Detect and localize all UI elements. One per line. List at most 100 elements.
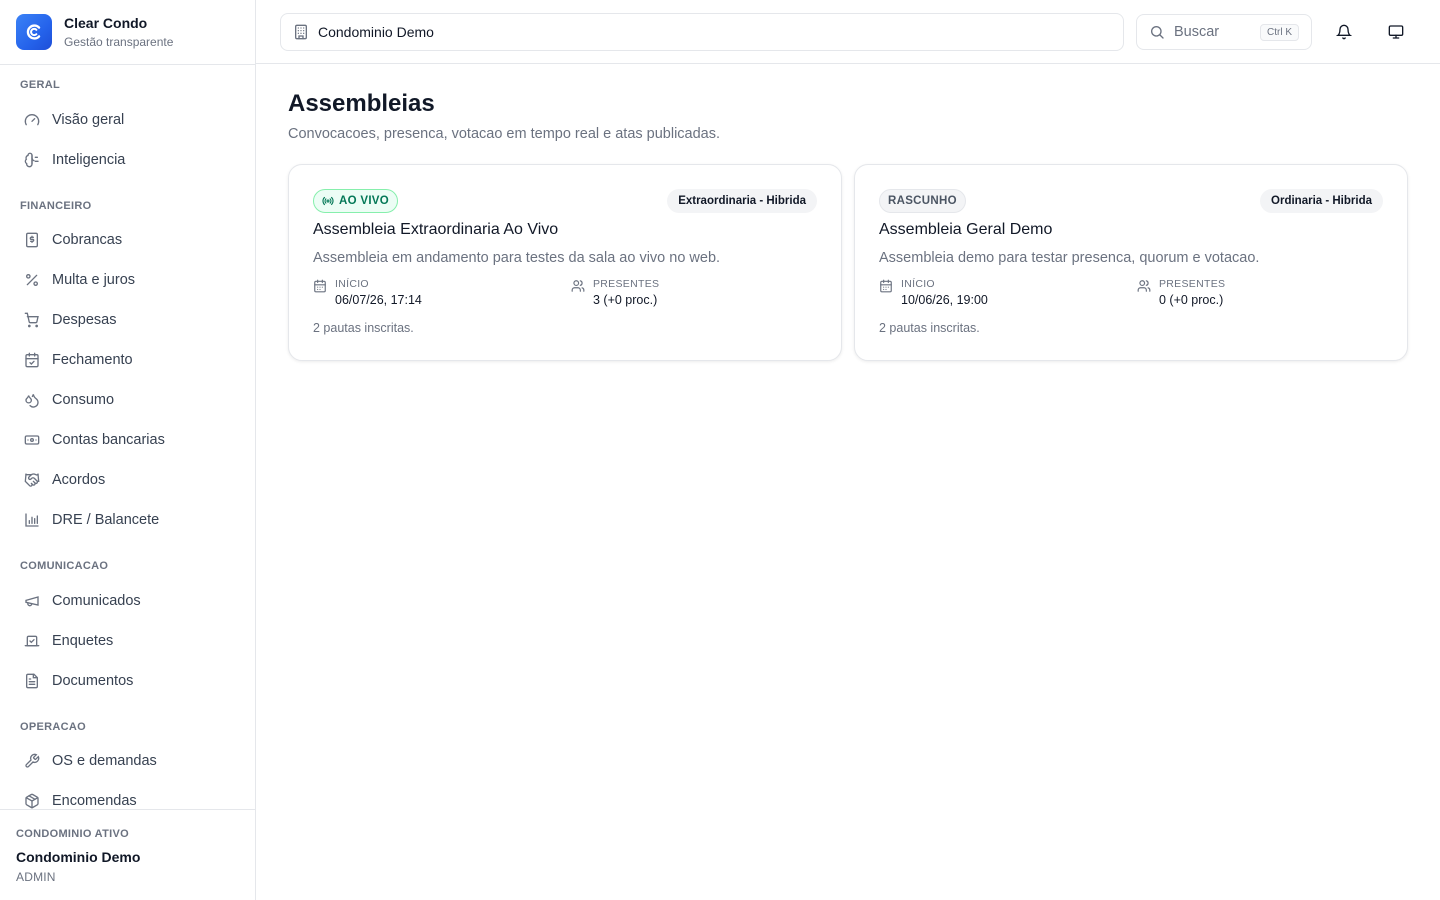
assembly-title: Assembleia Geral Demo	[879, 221, 1053, 238]
brand-tagline: Gestão transparente	[64, 34, 174, 49]
receipt-dollar-icon	[24, 232, 40, 248]
sidebar-item-visao-geral[interactable]: Visão geral	[16, 102, 240, 138]
sidebar-item-consumo[interactable]: Consumo	[16, 382, 240, 418]
assembly-description: Assembleia demo para testar presenca, qu…	[879, 250, 1260, 266]
start-value: 10/06/26, 19:00	[901, 293, 988, 307]
sidebar-item-label: Visão geral	[52, 112, 125, 128]
start-label: INÍCIO	[901, 278, 935, 290]
sidebar-nav: GERAL Visão geral Inteligencia FINANCEIR…	[0, 65, 255, 809]
brand-logo-icon	[16, 14, 52, 50]
building-icon	[293, 24, 309, 40]
bell-icon	[1336, 24, 1352, 40]
sidebar-item-label: OS e demandas	[52, 753, 157, 769]
active-condominio-name: Condominio Demo	[16, 849, 141, 865]
assembly-present: PRESENTES 0 (+0 proc.)	[1137, 278, 1225, 307]
active-condominio-label: CONDOMINIO ATIVO	[16, 828, 129, 840]
sidebar-item-enquetes[interactable]: Enquetes	[16, 623, 240, 659]
condominio-name: Condominio Demo	[318, 24, 434, 40]
present-value: 3 (+0 proc.)	[593, 293, 658, 307]
status-text: RASCUNHO	[888, 195, 957, 207]
sidebar-item-label: Fechamento	[52, 352, 133, 368]
start-value: 06/07/26, 17:14	[335, 293, 422, 307]
sidebar-item-acordos[interactable]: Acordos	[16, 462, 240, 498]
present-value: 0 (+0 proc.)	[1159, 293, 1224, 307]
vote-icon	[24, 633, 40, 649]
file-text-icon	[24, 673, 40, 689]
assembly-start: INÍCIO 06/07/26, 17:14	[313, 278, 422, 307]
sidebar-item-label: Multa e juros	[52, 272, 136, 288]
sidebar-item-label: Acordos	[52, 472, 106, 488]
calendar-icon	[313, 279, 327, 293]
sidebar-item-inteligencia[interactable]: Inteligencia	[16, 142, 240, 178]
banknote-icon	[24, 432, 40, 448]
present-label: PRESENTES	[1159, 278, 1226, 290]
type-badge: Extraordinaria - Hibrida	[667, 189, 817, 213]
assembly-present: PRESENTES 3 (+0 proc.)	[571, 278, 659, 307]
assembly-description: Assembleia em andamento para testes da s…	[313, 250, 721, 266]
nav-group-financeiro: FINANCEIRO	[20, 200, 92, 212]
sidebar-item-fechamento[interactable]: Fechamento	[16, 342, 240, 378]
user-role: ADMIN	[16, 870, 56, 884]
agenda-count: 2 pautas inscritas.	[313, 321, 414, 335]
sidebar-item-label: Documentos	[52, 673, 134, 689]
sidebar-item-label: Contas bancarias	[52, 432, 165, 448]
notifications-button[interactable]	[1328, 16, 1360, 48]
present-label: PRESENTES	[593, 278, 660, 290]
package-icon	[24, 793, 40, 809]
start-label: INÍCIO	[335, 278, 369, 290]
sidebar-item-dre-balancete[interactable]: DRE / Balancete	[16, 502, 240, 538]
users-icon	[1137, 279, 1151, 293]
monitor-icon	[1388, 24, 1404, 40]
page-title: Assembleias	[288, 90, 435, 117]
sidebar-item-encomendas[interactable]: Encomendas	[16, 783, 240, 809]
active-condominio[interactable]: CONDOMINIO ATIVO Condominio Demo ADMIN	[0, 809, 255, 900]
sidebar: Clear Condo Gestão transparente GERAL Vi…	[0, 0, 256, 900]
brand[interactable]: Clear Condo Gestão transparente	[0, 0, 255, 65]
calendar-icon	[879, 279, 893, 293]
search-placeholder: Buscar	[1174, 24, 1220, 40]
sidebar-item-label: Inteligencia	[52, 152, 126, 168]
sidebar-item-cobrancas[interactable]: Cobrancas	[16, 222, 240, 258]
display-mode-button[interactable]	[1380, 16, 1412, 48]
handshake-icon	[24, 472, 40, 488]
users-icon	[571, 279, 585, 293]
nav-group-geral: GERAL	[20, 79, 60, 91]
main-content: Assembleias Convocacoes, presenca, votac…	[256, 64, 1440, 900]
condominio-selector[interactable]: Condominio Demo	[280, 13, 1124, 51]
nav-group-comunicacao: COMUNICACAO	[20, 560, 109, 572]
type-badge: Ordinaria - Hibrida	[1260, 189, 1383, 213]
cart-icon	[24, 312, 40, 328]
radio-live-icon	[322, 195, 334, 207]
gauge-icon	[24, 112, 40, 128]
bar-chart-icon	[24, 512, 40, 528]
assembly-start: INÍCIO 10/06/26, 19:00	[879, 278, 988, 307]
search-icon	[1149, 24, 1165, 40]
calendar-check-icon	[24, 352, 40, 368]
sidebar-item-label: Despesas	[52, 312, 117, 328]
sidebar-item-os-e-demandas[interactable]: OS e demandas	[16, 743, 240, 779]
sidebar-item-comunicados[interactable]: Comunicados	[16, 583, 240, 619]
brand-name: Clear Condo	[64, 14, 148, 31]
assembly-card[interactable]: AO VIVO Extraordinaria - Hibrida Assembl…	[288, 164, 842, 361]
sidebar-item-label: Enquetes	[52, 633, 114, 649]
nav-group-operacao: OPERACAO	[20, 721, 86, 733]
search-input[interactable]: Buscar Ctrl K	[1136, 14, 1312, 50]
sidebar-item-label: DRE / Balancete	[52, 512, 160, 528]
topbar: Condominio Demo Buscar Ctrl K	[256, 0, 1440, 64]
sidebar-item-label: Cobrancas	[52, 232, 123, 248]
sidebar-item-contas-bancarias[interactable]: Contas bancarias	[16, 422, 240, 458]
assembly-title: Assembleia Extraordinaria Ao Vivo	[313, 221, 559, 238]
page-subtitle: Convocacoes, presenca, votacao em tempo …	[288, 126, 721, 142]
droplets-icon	[24, 392, 40, 408]
megaphone-icon	[24, 593, 40, 609]
assembly-card[interactable]: RASCUNHO Ordinaria - Hibrida Assembleia …	[854, 164, 1408, 361]
sidebar-item-label: Encomendas	[52, 793, 137, 809]
status-badge: RASCUNHO	[879, 189, 966, 213]
status-badge: AO VIVO	[313, 189, 399, 213]
sidebar-item-label: Comunicados	[52, 593, 141, 609]
sidebar-item-despesas[interactable]: Despesas	[16, 302, 240, 338]
sidebar-item-multa-e-juros[interactable]: Multa e juros	[16, 262, 240, 298]
percent-icon	[24, 272, 40, 288]
wrench-icon	[24, 753, 40, 769]
sidebar-item-documentos[interactable]: Documentos	[16, 663, 240, 699]
